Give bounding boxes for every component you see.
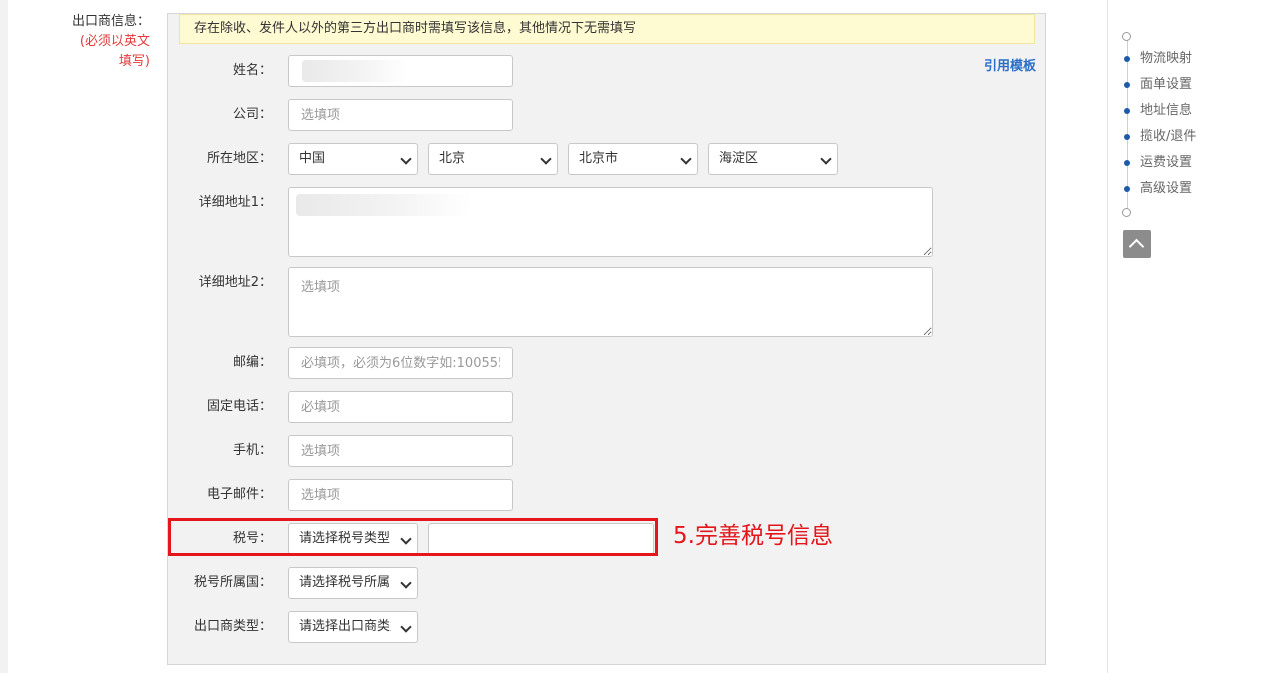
nav-dot-icon <box>1124 134 1130 140</box>
exporter-type-label: 出口商类型： <box>193 619 272 634</box>
district-select[interactable]: 海淀区 <box>708 143 838 175</box>
postcode-input[interactable] <box>288 347 513 379</box>
tax-id-label: 税号： <box>232 531 272 546</box>
chevron-down-icon <box>400 621 412 633</box>
chevron-down-icon <box>680 153 692 165</box>
name-blurred-value <box>302 60 408 82</box>
tax-id-annotation: 5.完善税号信息 <box>673 523 833 549</box>
exporter-section-title: 出口商信息： <box>71 14 150 29</box>
exporter-notice: 存在除收、发件人以外的第三方出口商时需填写该信息，其他情况下无需填写 <box>179 14 1035 44</box>
exporter-type-value: 请选择出口商类型 <box>299 619 391 634</box>
chevron-up-icon <box>1128 238 1145 255</box>
nav-dot-icon <box>1124 186 1130 192</box>
chevron-down-icon <box>820 153 832 165</box>
nav-start-circle-icon <box>1122 32 1131 41</box>
back-to-top-button[interactable] <box>1123 230 1151 258</box>
chevron-down-icon <box>400 577 412 589</box>
country-select-value: 中国 <box>299 151 326 166</box>
province-select[interactable]: 北京 <box>428 143 558 175</box>
side-nav-item-label: 运费设置 <box>1140 155 1193 170</box>
city-select[interactable]: 北京市 <box>568 143 698 175</box>
side-nav-item-label: 高级设置 <box>1140 181 1193 196</box>
nav-end-circle-icon <box>1122 208 1131 217</box>
address2-textarea[interactable] <box>288 267 933 337</box>
english-required-note: (必须以英文填写) <box>79 34 150 69</box>
left-edge-strip <box>0 0 8 673</box>
tax-id-input[interactable] <box>428 523 654 555</box>
chevron-down-icon <box>400 153 412 165</box>
phone-input[interactable] <box>288 391 513 423</box>
tax-country-value: 请选择税号所属国 <box>299 575 391 590</box>
side-nav-item-label: 物流映射 <box>1140 51 1193 66</box>
name-label: 姓名： <box>232 63 272 78</box>
address1-blurred-value <box>296 194 472 216</box>
use-template-link[interactable]: 引用模板 <box>984 55 1036 74</box>
side-nav-item-label: 地址信息 <box>1140 103 1193 118</box>
tax-country-select[interactable]: 请选择税号所属国 <box>288 567 418 599</box>
tax-country-label: 税号所属国： <box>193 575 272 590</box>
district-select-value: 海淀区 <box>719 151 759 166</box>
exporter-form-panel: 存在除收、发件人以外的第三方出口商时需填写该信息，其他情况下无需填写 引用模板 … <box>167 13 1046 665</box>
side-nav-item-label: 揽收/退件 <box>1140 129 1197 144</box>
email-input[interactable] <box>288 479 513 511</box>
nav-dot-icon <box>1124 108 1130 114</box>
nav-dot-icon <box>1124 56 1130 62</box>
address1-label: 详细地址1： <box>198 195 272 210</box>
chevron-down-icon <box>540 153 552 165</box>
address2-label: 详细地址2： <box>198 275 272 290</box>
tax-id-type-select[interactable]: 请选择税号类型 <box>288 523 418 555</box>
side-nav-item-label: 面单设置 <box>1140 77 1193 92</box>
province-select-value: 北京 <box>439 151 466 166</box>
postcode-label: 邮编： <box>232 355 272 370</box>
nav-dot-icon <box>1124 160 1130 166</box>
chevron-down-icon <box>400 533 412 545</box>
city-select-value: 北京市 <box>579 151 619 166</box>
exporter-type-select[interactable]: 请选择出口商类型 <box>288 611 418 643</box>
nav-dot-icon <box>1124 82 1130 88</box>
phone-label: 固定电话： <box>206 399 272 414</box>
mobile-label: 手机： <box>232 443 272 458</box>
tax-id-type-value: 请选择税号类型 <box>299 531 391 546</box>
exporter-section-label: 出口商信息： (必须以英文填写) <box>70 12 150 72</box>
side-nav-line <box>1127 40 1128 210</box>
email-label: 电子邮件： <box>206 487 272 502</box>
company-label: 公司： <box>232 107 272 122</box>
mobile-input[interactable] <box>288 435 513 467</box>
region-label: 所在地区： <box>206 151 272 166</box>
company-input[interactable] <box>288 99 513 131</box>
country-select[interactable]: 中国 <box>288 143 418 175</box>
